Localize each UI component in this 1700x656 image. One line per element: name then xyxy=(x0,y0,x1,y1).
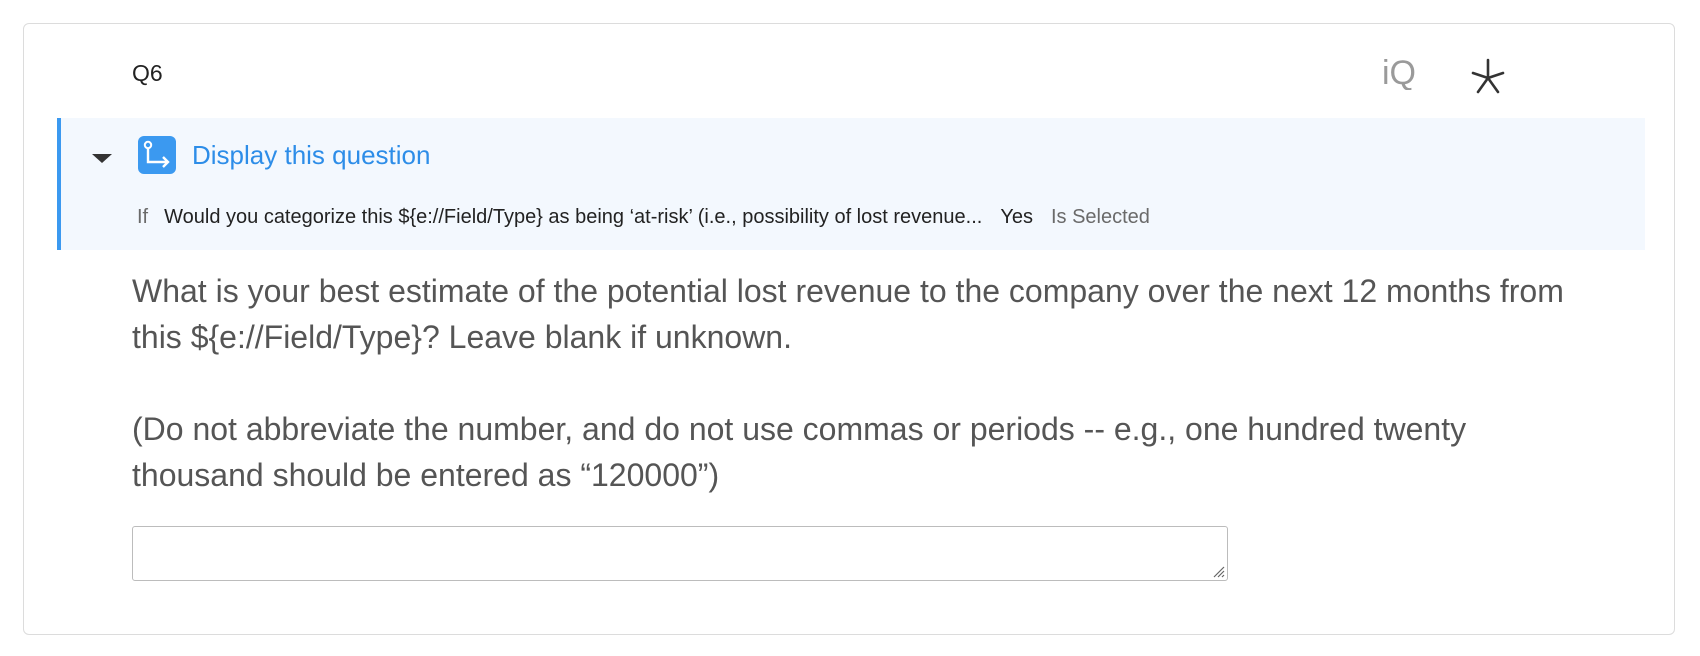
logic-condition: If Would you categorize this ${e://Field/… xyxy=(137,206,1150,229)
question-id: Q6 xyxy=(132,60,163,86)
iq-icon-text: iQ xyxy=(1382,54,1416,90)
question-card: Q6 iQ Display this question If Would you … xyxy=(23,23,1675,635)
iq-icon[interactable]: iQ xyxy=(1382,54,1434,90)
answer-text-entry[interactable] xyxy=(132,526,1228,581)
condition-operator: Is Selected xyxy=(1050,206,1150,228)
caret-down-icon[interactable] xyxy=(89,148,115,168)
question-text-paragraph: What is your best estimate of the potent… xyxy=(132,273,1564,355)
condition-question: Would you categorize this ${e://Field/Ty… xyxy=(164,206,983,228)
asterisk-icon[interactable] xyxy=(1468,56,1508,96)
display-logic-panel: Display this question If Would you catego… xyxy=(57,118,1645,250)
question-text: What is your best estimate of the potent… xyxy=(132,268,1592,498)
resize-handle-icon[interactable] xyxy=(1211,564,1225,578)
display-logic-icon xyxy=(138,136,176,174)
condition-if-label: If xyxy=(137,206,149,228)
question-instructions: (Do not abbreviate the number, and do no… xyxy=(132,411,1467,493)
display-logic-title[interactable]: Display this question xyxy=(192,140,430,171)
condition-answer: Yes xyxy=(1000,206,1033,228)
